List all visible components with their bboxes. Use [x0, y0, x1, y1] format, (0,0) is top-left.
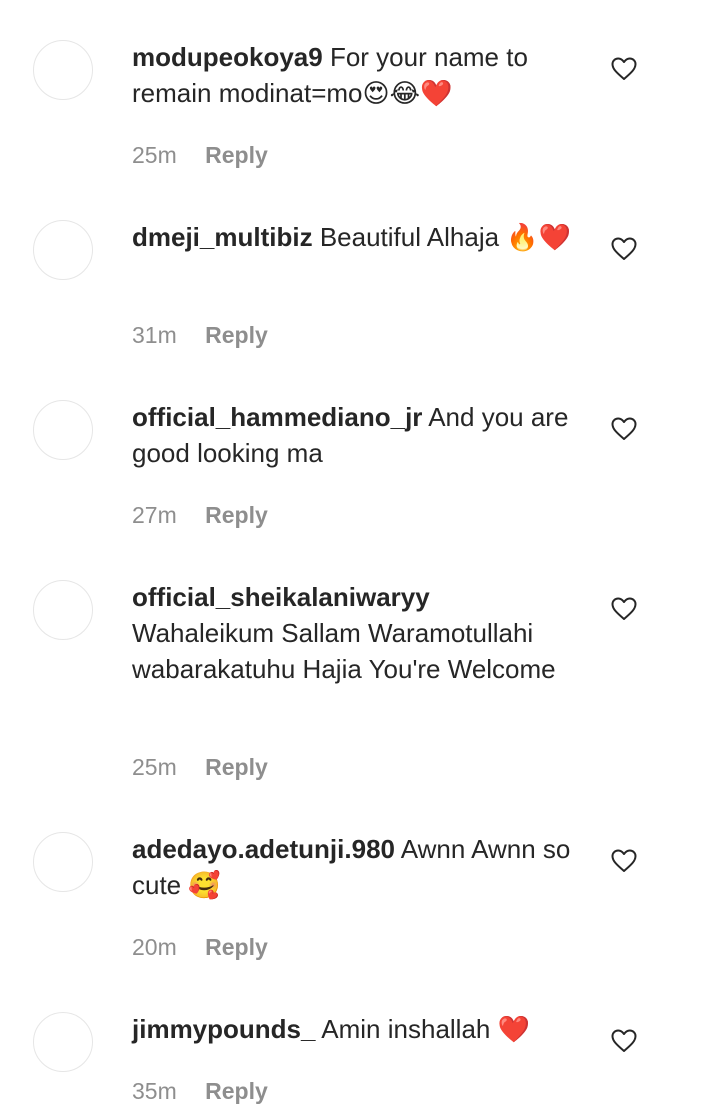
comment-meta: 27m Reply: [132, 500, 268, 530]
comment-time: 27m: [132, 502, 177, 528]
comment-time: 25m: [132, 142, 177, 168]
comment-meta: 25m Reply: [132, 140, 268, 170]
avatar[interactable]: [33, 220, 93, 280]
heart-icon[interactable]: [611, 1029, 637, 1053]
avatar[interactable]: [33, 580, 93, 640]
comment-body: Beautiful Alhaja 🔥❤️: [319, 222, 572, 252]
comment-time: 20m: [132, 934, 177, 960]
comment-time: 35m: [132, 1078, 177, 1104]
reply-button[interactable]: Reply: [205, 932, 268, 962]
comment-body: Amin inshallah ❤️: [321, 1014, 530, 1044]
comment-username[interactable]: official_sheikalaniwaryy: [132, 582, 430, 612]
comment-text: dmeji_multibiz Beautiful Alhaja 🔥❤️: [132, 219, 572, 255]
avatar[interactable]: [33, 400, 93, 460]
comment-username[interactable]: dmeji_multibiz: [132, 222, 313, 252]
avatar[interactable]: [33, 1012, 93, 1072]
comment-username[interactable]: modupeokoya9: [132, 42, 323, 72]
reply-button[interactable]: Reply: [205, 320, 268, 350]
comment-meta: 25m Reply: [132, 752, 268, 782]
comment-text: adedayo.adetunji.980 Awnn Awnn so cute 🥰: [132, 831, 572, 903]
comment-meta: 20m Reply: [132, 932, 268, 962]
comment-time: 31m: [132, 322, 177, 348]
heart-icon[interactable]: [611, 597, 637, 621]
comment-text: official_sheikalaniwaryy Wahaleikum Sall…: [132, 579, 572, 687]
comment-body: Wahaleikum Sallam Waramotullahi wabaraka…: [132, 618, 556, 684]
comment-time: 25m: [132, 754, 177, 780]
avatar[interactable]: [33, 832, 93, 892]
comment-username[interactable]: jimmypounds_: [132, 1014, 315, 1044]
heart-icon[interactable]: [611, 849, 637, 873]
heart-icon[interactable]: [611, 417, 637, 441]
heart-icon[interactable]: [611, 57, 637, 81]
comment-text: jimmypounds_ Amin inshallah ❤️: [132, 1011, 572, 1047]
reply-button[interactable]: Reply: [205, 140, 268, 170]
comment-username[interactable]: adedayo.adetunji.980: [132, 834, 395, 864]
comment-text: official_hammediano_jr And you are good …: [132, 399, 572, 471]
reply-button[interactable]: Reply: [205, 752, 268, 782]
heart-icon[interactable]: [611, 237, 637, 261]
comment-meta: 31m Reply: [132, 320, 268, 350]
avatar[interactable]: [33, 40, 93, 100]
comment-meta: 35m Reply: [132, 1076, 268, 1106]
reply-button[interactable]: Reply: [205, 1076, 268, 1106]
reply-button[interactable]: Reply: [205, 500, 268, 530]
comment-text: modupeokoya9 For your name to remain mod…: [132, 39, 572, 111]
comment-username[interactable]: official_hammediano_jr: [132, 402, 422, 432]
